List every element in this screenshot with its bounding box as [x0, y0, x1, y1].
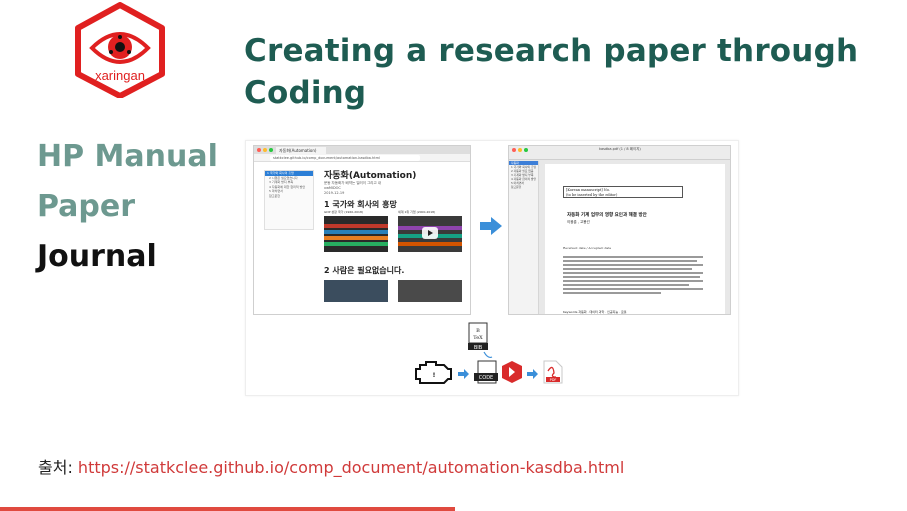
pdf-viewer-window: kasdba.pdf (1 / 8 페이지) 자동화 1 국가와 회사의 흥망 …: [508, 145, 731, 315]
source-link[interactable]: https://statkclee.github.io/comp_documen…: [78, 458, 624, 477]
code-label: CODE: [479, 375, 493, 381]
latex-code-icon: CODE: [474, 360, 498, 384]
toc-sidebar: 1 국가와 회사의 흥망 2 시행은 필요없습니다 3 기계화 방지 부족 4 …: [264, 170, 314, 230]
doc-date: 2019-12-19: [324, 191, 345, 195]
source-label: 출처:: [38, 458, 78, 477]
browser-toolbar: statkclee.github.io/comp_document/automa…: [254, 154, 470, 162]
video-thumbnail[interactable]: [324, 216, 388, 252]
logo-text: xaringan: [95, 68, 145, 83]
engine-icon: !: [415, 361, 452, 384]
paper-title: 자동화 기계 업무의 영향 요인과 해결 방안: [567, 213, 647, 218]
video-thumbnail[interactable]: [398, 280, 462, 302]
pdf-toolbar: kasdba.pdf (1 / 8 페이지): [509, 146, 730, 160]
arrow-right-icon: [480, 217, 502, 239]
outline-item[interactable]: 참고문헌: [509, 185, 538, 189]
slide-title: Creating a research paper through Coding: [244, 33, 859, 111]
video-thumbnail[interactable]: [324, 280, 388, 302]
svg-text:B: B: [476, 328, 480, 334]
browser-tab-bar: 자동화(Automation): [254, 146, 470, 154]
nav-item-journal[interactable]: Journal: [37, 232, 218, 282]
workflow-diagram: B TeX BIB ! CODE PDF: [406, 321, 586, 391]
source-citation: 출처: https://statkclee.github.io/comp_doc…: [38, 454, 624, 478]
nav-item-paper[interactable]: Paper: [37, 182, 218, 232]
pdf-window-title: kasdba.pdf (1 / 8 페이지): [599, 147, 641, 151]
browser-content: 자동화(Automation) 문동 자동화가 배약는 일러이 그리고 내 xw…: [324, 166, 464, 306]
figure-caption: 세계 1위 기업 (2000-2018): [398, 210, 436, 214]
video-thumbnail[interactable]: [398, 216, 462, 252]
bottom-accent-bar: [0, 507, 455, 511]
xaringan-logo: xaringan: [70, 2, 170, 99]
svg-text:TeX: TeX: [473, 335, 483, 341]
play-icon: [422, 227, 438, 239]
manuscript-line: (to be inserted by the editor): [566, 192, 618, 197]
pdf-icon: PDF: [543, 360, 563, 384]
screenshot-panel: 자동화(Automation) statkclee.github.io/comp…: [245, 140, 739, 396]
doc-heading: 자동화(Automation): [324, 171, 417, 181]
browser-window: 자동화(Automation) statkclee.github.io/comp…: [253, 145, 471, 315]
manuscript-box: [Korean manuscript] No. (to be inserted …: [563, 186, 683, 198]
received-date: Received: date / Accepted: date: [563, 246, 612, 250]
section-heading: 2 사람은 필요없습니다.: [324, 266, 405, 275]
address-bar[interactable]: statkclee.github.io/comp_document/automa…: [270, 155, 420, 161]
pdf-outline-sidebar: 자동화 1 국가와 회사의 흥망 2 자동화 필요 없음 3 기계화 방지 부족…: [509, 161, 539, 314]
figure-caption: GDP 성장 국가 (1960-2018): [324, 210, 364, 214]
nav-item-hp-manual[interactable]: HP Manual: [37, 132, 218, 182]
paper-authors: 이광춘 , 고용선: [567, 220, 590, 224]
bibtex-icon: B TeX BIB: [468, 322, 488, 351]
section-nav: HP Manual Paper Journal: [37, 132, 218, 282]
pdf-label: PDF: [550, 378, 557, 382]
abstract-text: [563, 256, 703, 296]
keywords: Keywords 자동화 · 데이터 과학 · 인공지능 · 로봇: [563, 310, 627, 314]
bibtex-label: BIB: [474, 345, 483, 351]
browser-tab[interactable]: 자동화(Automation): [276, 147, 326, 154]
pdf-page: [Korean manuscript] No. (to be inserted …: [545, 164, 725, 314]
svg-text:!: !: [433, 372, 436, 379]
xaringan-hex-icon: [502, 361, 522, 383]
toc-item[interactable]: 참고문헌: [265, 194, 313, 199]
section-heading: 1 국가와 회사의 흥망: [324, 200, 397, 209]
